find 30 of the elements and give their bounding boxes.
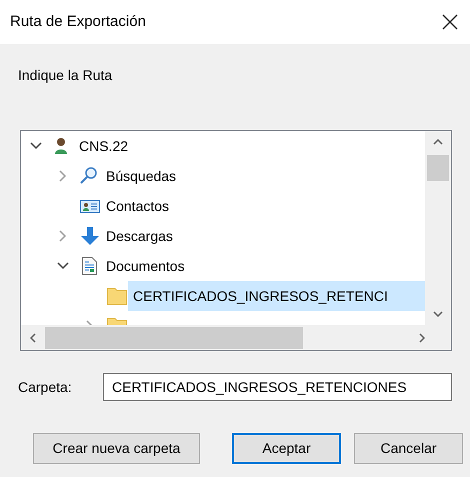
- horizontal-scrollbar[interactable]: [21, 325, 425, 350]
- expand-chevron-icon[interactable]: [59, 230, 67, 242]
- dialog-button[interactable]: Crear nueva carpeta: [33, 433, 200, 464]
- instruction-text: Indique la Ruta: [18, 67, 112, 83]
- tree-item[interactable]: Descargas: [101, 221, 178, 251]
- tree-item[interactable]: Documentos: [101, 251, 190, 281]
- scroll-right-icon[interactable]: [419, 332, 425, 342]
- contact-card-icon: [80, 197, 100, 215]
- tree-item[interactable]: Contactos: [101, 191, 174, 221]
- scroll-down-icon[interactable]: [433, 311, 443, 317]
- expand-chevron-icon[interactable]: [59, 170, 67, 182]
- collapse-chevron-icon[interactable]: [57, 262, 69, 270]
- window-title: Ruta de Exportación: [10, 12, 146, 32]
- close-icon[interactable]: [442, 14, 458, 30]
- vertical-scrollbar[interactable]: [425, 131, 451, 325]
- dialog-button[interactable]: Cancelar: [354, 433, 463, 464]
- tree-item[interactable]: CERTIFICADOS_INGRESOS_RETENCI: [128, 281, 425, 311]
- tree-item[interactable]: CNS.22: [74, 131, 134, 161]
- tree-item[interactable]: Búsquedas: [101, 161, 182, 191]
- folder-input-field[interactable]: CERTIFICADOS_INGRESOS_RETENCIONES: [103, 373, 452, 401]
- folder-icon: [107, 287, 127, 305]
- dialog-button[interactable]: Aceptar: [232, 433, 341, 464]
- scroll-left-icon[interactable]: [30, 332, 36, 342]
- scroll-up-icon[interactable]: [433, 139, 443, 145]
- down-arrow-icon: [80, 227, 100, 245]
- document-icon: [80, 257, 100, 275]
- scrollbar-thumb[interactable]: [427, 155, 449, 181]
- collapse-chevron-icon[interactable]: [30, 142, 42, 150]
- folder-label: Carpeta:: [18, 378, 73, 397]
- scrollbar-thumb[interactable]: [45, 326, 303, 348]
